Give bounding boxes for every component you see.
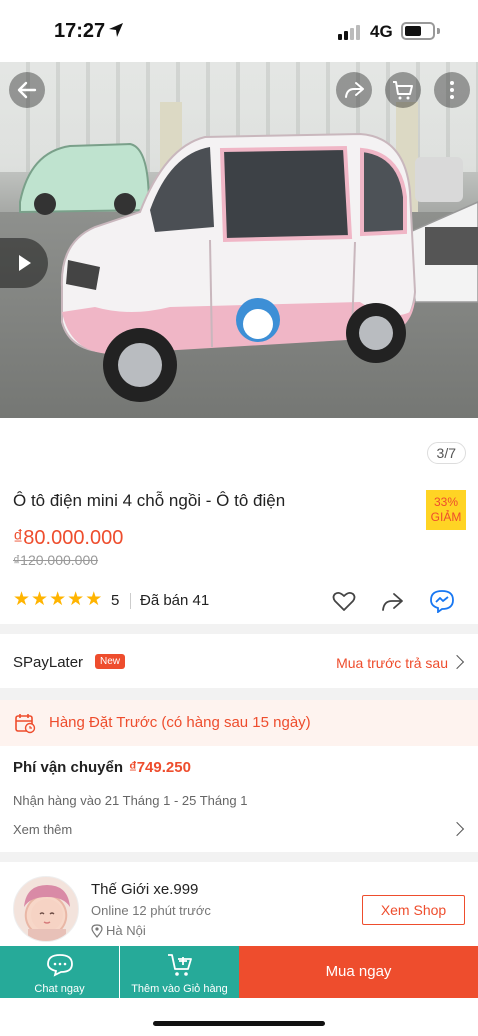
product-title: Ô tô điện mini 4 chỗ ngồi - Ô tô điện [13, 491, 286, 510]
discount-label: GIẢM [430, 510, 462, 524]
delivery-estimate: Nhận hàng vào 21 Tháng 1 - 25 Tháng 1 [13, 793, 248, 808]
preorder-text: Hàng Đặt Trước (có hàng sau 15 ngày) [49, 714, 311, 731]
chevron-right-icon [449, 821, 465, 837]
discount-badge: 33% GIẢM [426, 490, 466, 530]
shipping-fee-label: Phí vận chuyển [13, 759, 124, 776]
cart-icon [393, 81, 413, 100]
battery-tip [437, 28, 440, 34]
bottom-action-bar: Chat ngay Thêm vào Giỏ hàng Mua ngay [0, 946, 478, 998]
shop-card[interactable]: Thế Giới xe.999 Online 12 phút trước Hà … [0, 862, 478, 948]
cart-button[interactable] [385, 72, 421, 108]
network-type: 4G [370, 22, 393, 41]
spaylater-row[interactable]: SPayLater New Mua trước trả sau [0, 636, 478, 688]
product-price: ₫80.000.000 [13, 527, 124, 549]
rating-divider [130, 593, 131, 609]
add-to-cart-button[interactable]: Thêm vào Giỏ hàng [120, 946, 239, 998]
rating-row: ★ ★ ★ ★ ★ 5 Đã bán 41 [13, 589, 465, 613]
shop-avatar[interactable] [13, 876, 79, 942]
play-icon [19, 255, 31, 271]
map-pin-icon [91, 924, 103, 938]
add-cart-icon [168, 954, 192, 976]
product-image[interactable] [0, 62, 478, 418]
star-icon: ★ [67, 589, 85, 610]
section-divider [0, 852, 478, 862]
star-icon: ★ [49, 589, 67, 610]
sold-count: Đã bán 41 [140, 592, 210, 609]
star-icon: ★ [31, 589, 49, 610]
shop-name: Thế Giới xe.999 [91, 881, 199, 898]
discount-percent: 33% [433, 495, 459, 509]
shipping-fee: ₫749.250 [129, 759, 191, 776]
original-price: ₫120.000.000 [13, 552, 99, 568]
signal-icon [338, 25, 360, 40]
share-icon[interactable] [379, 589, 405, 613]
back-button[interactable] [9, 72, 45, 108]
rating-value: 5 [111, 592, 120, 609]
buy-now-button[interactable]: Mua ngay [239, 946, 478, 998]
section-divider [0, 688, 478, 700]
heart-icon[interactable] [331, 589, 357, 613]
section-divider [0, 624, 478, 634]
see-more-link[interactable]: Xem thêm [13, 822, 72, 837]
play-video-button[interactable] [0, 238, 48, 288]
location-arrow-icon [109, 23, 123, 37]
chat-button[interactable]: Chat ngay [0, 946, 119, 998]
status-bar: 17:27 4G [0, 0, 478, 62]
chevron-right-icon [449, 654, 465, 670]
star-rating: ★ ★ ★ ★ ★ [13, 589, 102, 611]
messenger-icon[interactable] [429, 589, 455, 613]
share-icon [345, 82, 364, 98]
chat-label: Chat ngay [34, 983, 85, 995]
image-page-counter: 3/7 [426, 442, 466, 464]
status-time: 17:27 [54, 20, 106, 42]
home-indicator[interactable] [153, 1021, 325, 1026]
preorder-banner: Hàng Đặt Trước (có hàng sau 15 ngày) [0, 700, 478, 746]
car-illustration [19, 132, 478, 402]
back-arrow-icon [17, 81, 37, 99]
add-to-cart-label: Thêm vào Giỏ hàng [131, 983, 228, 995]
spaylater-cta: Mua trước trả sau [336, 655, 448, 671]
share-button[interactable] [336, 72, 372, 108]
star-icon: ★ [13, 589, 31, 610]
avatar-image [24, 885, 70, 941]
spaylater-label: SPayLater [13, 654, 84, 671]
calendar-icon [15, 714, 36, 734]
shop-online-status: Online 12 phút trước [91, 903, 211, 918]
more-icon [450, 81, 454, 99]
view-shop-button[interactable]: Xem Shop [362, 895, 465, 925]
new-badge: New [95, 654, 126, 669]
shop-location: Hà Nội [106, 923, 146, 938]
star-icon: ★ [85, 589, 103, 610]
battery-icon [401, 22, 435, 40]
gallery-footer: 3/7 [0, 418, 478, 478]
more-button[interactable] [434, 72, 470, 108]
chat-icon [47, 954, 73, 977]
